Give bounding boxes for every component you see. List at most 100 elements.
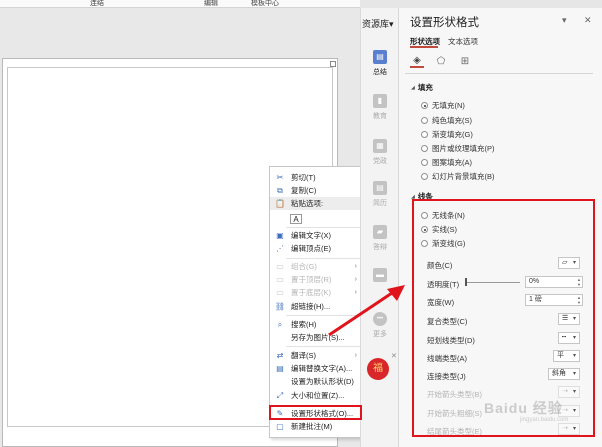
context-menu-item[interactable]: ⧉ 复制(C)	[270, 184, 362, 197]
menu-item-icon: 📋	[275, 199, 285, 208]
panel-close-icon[interactable]: ✕	[584, 15, 592, 26]
radio-button[interactable]	[421, 159, 428, 166]
menu-item-label: 编辑顶点(E)	[291, 244, 331, 253]
menu-item-icon: ⛓	[274, 302, 286, 311]
fill-option[interactable]: 图片或纹理填充(P)	[421, 143, 495, 154]
menu-item-label: 剪切(T)	[291, 173, 316, 182]
menu-item-icon	[274, 333, 286, 343]
menu-item-label: 编辑替换文字(A)...	[291, 364, 353, 373]
close-icon[interactable]: ✕	[391, 352, 397, 360]
menu-item-label: 翻译(S)	[291, 351, 316, 360]
chevron-right-icon: ›	[354, 276, 357, 283]
watermark-url: jingyan.baidu.com	[520, 417, 569, 423]
pointer-arrow-icon	[328, 285, 405, 337]
tab-text-options[interactable]: 文本选项	[448, 36, 478, 47]
resource-button-label: 简历	[373, 200, 387, 207]
ribbon-strip: 连结 编辑 模板中心	[0, 0, 360, 8]
fill-option[interactable]: 幻灯片背景填充(B)	[421, 171, 495, 182]
panel-title: 设置形状格式	[410, 17, 479, 29]
resource-category-icon: ▦	[373, 139, 387, 153]
menu-item-icon: A	[290, 214, 302, 224]
paste-keep-text-option[interactable]: A	[270, 211, 362, 227]
menu-item-label: 复制(C)	[291, 186, 317, 195]
ribbon-tab-template[interactable]: 模板中心	[251, 0, 279, 8]
divider	[405, 73, 593, 74]
size-properties-icon[interactable]: ⊞	[458, 54, 472, 68]
context-menu-item: 📋 粘贴选项:	[270, 197, 362, 210]
context-menu-item[interactable]: 设置为默认形状(D)	[270, 375, 362, 388]
resize-handle-top-right[interactable]	[330, 61, 336, 67]
resource-category-icon: ▰	[373, 225, 387, 239]
fill-section-header[interactable]: 填充	[411, 82, 433, 93]
menu-item-label: 编辑文字(X)	[291, 231, 331, 240]
radio-button[interactable]	[421, 173, 428, 180]
resource-category-icon: ▬	[373, 268, 387, 282]
radio-button[interactable]	[421, 145, 428, 152]
fill-option[interactable]: 图案填充(A)	[421, 157, 472, 168]
menu-item-label: 组合(G)	[291, 262, 317, 271]
resource-library-label: 资源库	[362, 19, 390, 29]
context-menu-item[interactable]: ▤ 编辑替换文字(A)...	[270, 362, 362, 375]
menu-item-icon: ✂	[276, 173, 284, 182]
menu-item-label: 搜索(H)	[291, 320, 317, 329]
radio-button[interactable]	[421, 131, 428, 138]
resource-button[interactable]: ▤ 总结	[370, 50, 390, 77]
fill-option[interactable]: 渐变填充(G)	[421, 129, 473, 140]
effects-icon[interactable]: ⬠	[434, 54, 448, 68]
menu-item-icon: ⋰	[276, 244, 284, 253]
context-menu-item[interactable]: ▭ 组合(G) ›	[270, 260, 362, 273]
menu-item-icon: ▣	[276, 231, 284, 240]
radio-button[interactable]	[421, 102, 428, 109]
menu-item-icon: ▤	[276, 364, 284, 373]
menu-item-icon: ⧉	[277, 185, 283, 195]
context-menu-item[interactable]: ▣ 编辑文字(X)	[270, 229, 362, 242]
context-menu-item[interactable]: ✂ 剪切(T)	[270, 171, 362, 184]
watermark: Baidu 经验	[484, 400, 563, 416]
resource-library-title[interactable]: 资源库▾	[362, 17, 394, 30]
context-menu-item[interactable]: ⇄ 翻译(S) ›	[270, 349, 362, 362]
resource-button-label: 党政	[373, 158, 387, 165]
context-menu-item[interactable]: ⋰ 编辑顶点(E)	[270, 242, 362, 255]
chevron-right-icon: ›	[354, 352, 357, 359]
menu-separator	[286, 227, 361, 228]
panel-options-chevron-icon[interactable]: ▾	[562, 15, 567, 26]
menu-item-label: 粘贴选项:	[291, 199, 324, 208]
menu-item-icon: ▭	[276, 262, 284, 271]
radio-button[interactable]	[421, 117, 428, 124]
menu-item-label: 大小和位置(Z)...	[291, 391, 345, 400]
radio-label: 纯色填充(S)	[432, 116, 472, 125]
menu-item-label: 新建批注(M)	[291, 422, 333, 431]
ribbon-tab-left[interactable]: 连结	[90, 0, 104, 8]
menu-item-icon: ⤢	[276, 390, 284, 400]
tab-underline	[410, 46, 438, 48]
resource-button-label: 总结	[373, 69, 387, 76]
chevron-down-icon: ▾	[389, 19, 394, 29]
radio-label: 无填充(N)	[432, 101, 465, 110]
resource-button-label: 教育	[373, 113, 387, 120]
context-menu-item[interactable]: ⤢ 大小和位置(Z)...	[270, 389, 362, 402]
resource-button-label: 答辩	[373, 244, 387, 251]
fill-line-icon[interactable]: ◈	[410, 54, 424, 68]
resource-button[interactable]: ▰ 答辩	[370, 225, 390, 252]
resource-category-icon: ▤	[373, 50, 387, 64]
chevron-right-icon: ›	[354, 263, 357, 270]
fill-option[interactable]: 纯色填充(S)	[421, 115, 472, 126]
fill-option[interactable]: 无填充(N)	[421, 100, 465, 111]
format-shape-highlight	[269, 405, 362, 420]
menu-item-icon: ⇄	[276, 351, 284, 360]
radio-label: 渐变填充(G)	[432, 130, 473, 139]
resource-button[interactable]: ▦ 党政	[370, 139, 390, 166]
context-menu-item[interactable]: ▢ 新建批注(M)	[270, 420, 362, 433]
menu-separator	[286, 258, 361, 259]
ribbon-tab-edit[interactable]: 编辑	[204, 0, 218, 8]
menu-item-icon: ▭	[276, 275, 284, 284]
lucky-bag-icon[interactable]: 福	[367, 358, 389, 380]
resource-button[interactable]: ▤ 简历	[370, 181, 390, 208]
menu-separator	[286, 346, 361, 347]
radio-label: 图案填充(A)	[432, 158, 472, 167]
menu-item-label: 设置为默认形状(D)	[291, 377, 354, 386]
radio-label: 图片或纹理填充(P)	[432, 144, 495, 153]
resource-button[interactable]: ▮ 教育	[370, 94, 390, 121]
menu-item-icon	[274, 377, 286, 387]
menu-item-icon: ⌕	[277, 319, 283, 329]
